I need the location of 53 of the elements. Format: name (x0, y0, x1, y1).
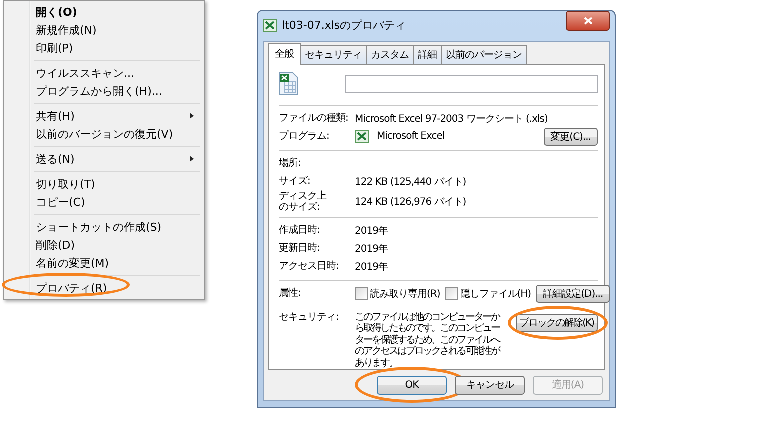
tab[interactable]: 詳細 (413, 44, 442, 64)
security-message: このファイルは他のコンピューターから取得したものです。このコンピューターを保護するため、このファイルへのアクセスはブロックされる可能性があります。 (355, 312, 501, 369)
menu-item[interactable]: プロパティ(R) (6, 279, 202, 297)
property-label: 作成日時: (279, 225, 321, 236)
tab[interactable]: 以前のバージョン (441, 44, 527, 64)
property-label: サイズ: (279, 176, 312, 187)
property-label: 場所: (279, 158, 302, 169)
dialog-button[interactable]: ブロックの解除(K) (516, 314, 598, 332)
menu-item[interactable]: 以前のバージョンの復元(V) (6, 125, 202, 143)
property-value: Microsoft Excel (377, 131, 446, 142)
menu-item[interactable]: 共有(H) (6, 107, 202, 125)
menu-item[interactable]: 新規作成(N) (6, 21, 202, 39)
property-value: 124 KB (126,976 バイト) (355, 196, 466, 208)
spreadsheet-file-icon (279, 72, 299, 96)
property-label: プログラム: (279, 131, 330, 142)
dialog-button[interactable]: OK (377, 376, 447, 394)
menu-item[interactable]: ショートカットの作成(S) (6, 218, 202, 236)
tab[interactable]: カスタム (366, 44, 414, 64)
property-value: Microsoft Excel 97-2003 ワークシート (.xls) (355, 112, 548, 126)
property-value: 122 KB (125,440 バイト) (355, 176, 466, 188)
property-label: アクセス日時: (279, 261, 340, 272)
close-button[interactable] (566, 10, 610, 31)
dialog-button[interactable]: 詳細設定(D)... (536, 284, 610, 302)
menu-item[interactable]: プログラムから開く(H)... (6, 82, 202, 100)
checkbox[interactable] (355, 287, 368, 300)
checkbox-label: 読み取り専用(R) (370, 288, 440, 300)
property-label: セキュリティ: (279, 312, 340, 322)
menu-item[interactable]: 印刷(P) (6, 39, 202, 57)
menu-item[interactable]: 送る(N) (6, 150, 202, 168)
property-label: 属性: (279, 288, 302, 299)
property-value: 2019年 (355, 260, 388, 274)
spreadsheet-app-icon (263, 19, 277, 32)
property-value: 2019年 (355, 224, 388, 238)
checkbox[interactable] (445, 287, 458, 300)
property-label: 更新日時: (279, 243, 321, 254)
file-name-field[interactable] (345, 74, 598, 92)
checkbox-label: 隠しファイル(H) (460, 288, 532, 300)
menu-item[interactable]: 名前の変更(M) (6, 254, 202, 272)
menu-item[interactable]: 切り取り(T) (6, 175, 202, 193)
spreadsheet-app-icon (355, 130, 369, 143)
menu-item[interactable]: ウイルススキャン... (6, 64, 202, 82)
dialog-button[interactable]: キャンセル (455, 376, 525, 394)
tab[interactable]: セキュリティ (300, 44, 367, 64)
tab[interactable]: 全般 (268, 42, 301, 64)
close-icon (584, 16, 592, 25)
menu-item[interactable]: 開く(O) (6, 3, 202, 21)
property-label: ファイルの種類: (279, 113, 350, 124)
menu-item[interactable]: 削除(D) (6, 236, 202, 254)
menu-item[interactable]: コピー(C) (6, 193, 202, 211)
property-label: ディスク上 のサイズ: (279, 190, 328, 212)
window-title: lt03-07.xlsのプロパティ (282, 18, 408, 34)
dialog-button[interactable]: 変更(C)... (544, 128, 598, 146)
property-value: 2019年 (355, 242, 388, 256)
